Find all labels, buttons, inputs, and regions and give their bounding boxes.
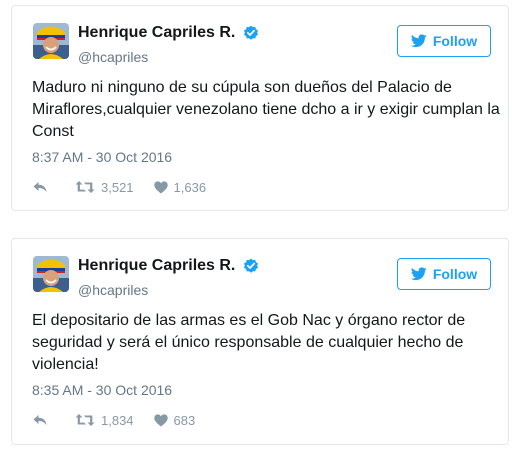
retweet-button[interactable]: 1,834 bbox=[75, 413, 134, 428]
retweet-count: 1,834 bbox=[101, 412, 134, 428]
follow-button[interactable]: Follow bbox=[397, 258, 491, 290]
avatar[interactable] bbox=[33, 23, 69, 59]
like-button[interactable]: 1,636 bbox=[153, 179, 207, 195]
tweet-actions: 3,521 1,636 bbox=[32, 178, 206, 196]
tweet-actions: 1,834 683 bbox=[32, 411, 195, 429]
tweet-card: Henrique Capriles R. @hcapriles Follow M… bbox=[11, 5, 509, 211]
tweet-card: Henrique Capriles R. @hcapriles Follow E… bbox=[11, 238, 509, 445]
reply-icon bbox=[33, 182, 47, 192]
like-count: 683 bbox=[173, 412, 196, 428]
tweet-timestamp[interactable]: 8:37 AM - 30 Oct 2016 bbox=[32, 149, 172, 165]
tweet-feed: Henrique Capriles R. @hcapriles Follow M… bbox=[0, 0, 522, 459]
retweet-icon bbox=[75, 181, 95, 193]
avatar[interactable] bbox=[33, 256, 69, 292]
reply-button[interactable] bbox=[32, 413, 50, 427]
verified-badge-icon bbox=[243, 25, 259, 41]
tweet-text: Maduro ni ninguno de su cúpula son dueño… bbox=[32, 79, 500, 140]
heart-icon bbox=[153, 180, 168, 193]
display-name[interactable]: Henrique Capriles R. bbox=[78, 257, 235, 275]
follow-label: Follow bbox=[432, 266, 478, 282]
heart-icon bbox=[153, 413, 168, 426]
reply-button[interactable] bbox=[32, 180, 50, 194]
user-handle[interactable]: @hcapriles bbox=[78, 49, 148, 65]
follow-label: Follow bbox=[432, 33, 478, 49]
verified-badge-icon bbox=[243, 258, 259, 274]
display-name[interactable]: Henrique Capriles R. bbox=[78, 24, 235, 42]
twitter-bird-icon bbox=[410, 34, 427, 48]
like-button[interactable]: 683 bbox=[153, 412, 196, 428]
reply-icon bbox=[33, 415, 47, 425]
retweet-icon bbox=[75, 414, 95, 426]
like-count: 1,636 bbox=[173, 179, 207, 195]
user-handle[interactable]: @hcapriles bbox=[78, 282, 148, 298]
retweet-count: 3,521 bbox=[101, 179, 134, 195]
tweet-text: El depositario de las armas es el Gob Na… bbox=[32, 312, 466, 373]
tweet-timestamp[interactable]: 8:35 AM - 30 Oct 2016 bbox=[32, 382, 172, 398]
retweet-button[interactable]: 3,521 bbox=[75, 180, 134, 195]
twitter-bird-icon bbox=[410, 267, 427, 281]
follow-button[interactable]: Follow bbox=[397, 25, 491, 57]
